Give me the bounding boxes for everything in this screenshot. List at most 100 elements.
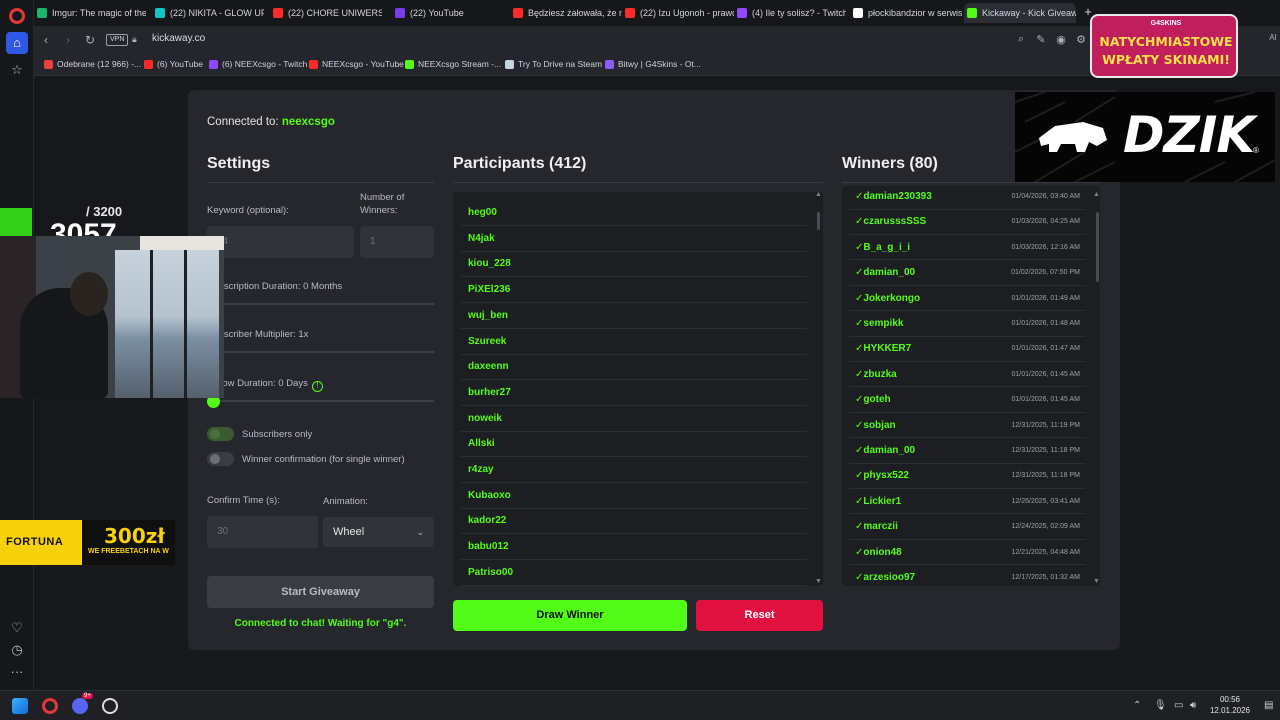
sub-multiplier-slider[interactable] [207,351,434,353]
keyword-input[interactable]: g4 [207,226,354,258]
tab-twitch[interactable]: (4) Ile ty solisz? - Twitch [734,3,846,23]
camera-icon[interactable]: ◉ [1054,33,1068,46]
participants-scrollbar[interactable] [817,212,820,230]
bookmark-g4skins[interactable]: Bitwy | G4Skins - Ot... [605,59,701,69]
winner-date: 12/31/2025, 11:18 PM [1011,447,1080,454]
lock-icon[interactable]: 🔒︎ [132,34,137,45]
bookmark-kick[interactable]: NEEXcsgo Stream -... [405,59,501,69]
participant-row: daxeenn [461,354,807,381]
tab-imgur[interactable]: Imgur: The magic of the In [34,3,146,23]
microphone-icon[interactable]: 🎙︎ [1154,700,1167,711]
steam-icon[interactable] [102,698,118,714]
winners-count-input[interactable]: 1 [360,226,434,258]
winner-row: ✓goteh 01/01/2026, 01:45 AM [849,387,1086,413]
opera-logo-icon[interactable] [9,8,25,24]
winner-name: ✓Jokerkongo [855,292,921,304]
confirm-time-input[interactable]: 30 [207,516,318,548]
participant-row: kiou_228 [461,251,807,278]
bookmark-steam[interactable]: Try To Drive na Steam [505,59,602,69]
heart-icon[interactable]: ♡ [9,620,25,636]
follow-duration-slider[interactable] [207,400,434,402]
tab-kickaway[interactable]: Kickaway - Kick Giveaway [964,3,1076,23]
tab-youtube[interactable]: (22) YouTube [392,3,504,23]
x-icon [853,8,863,18]
tray-chevron-icon[interactable]: ⌃ [1133,700,1141,711]
info-icon[interactable]: ! [311,381,323,392]
subscribers-only-toggle[interactable] [207,427,234,441]
scroll-up-icon[interactable]: ▲ [1093,191,1100,198]
bookmark-twitch[interactable]: (6) NEEXcsgo - Twitch [209,59,307,69]
draw-winner-button[interactable]: Draw Winner [453,600,687,631]
participants-list[interactable]: heg00 N4jak kiou_228 PiXEl236 wuj_ben Szureek… [453,192,823,586]
winner-name: ✓arzesioo97 [855,572,916,583]
history-icon[interactable]: ◷ [9,642,25,658]
windows-start-icon[interactable] [12,698,28,714]
fortuna-ad: FORTUNA 300zł WE FREEBETACH NA W [0,520,175,565]
winner-row: ✓Lickier1 12/26/2025, 03:41 AM [849,489,1086,515]
url-field[interactable]: kickaway.co [152,33,205,44]
opera-icon[interactable] [42,698,58,714]
winner-confirmation-label: Winner confirmation (for single winner) [242,454,405,465]
bookmark-gmail[interactable]: Odebrane (12 966) -... [44,59,141,69]
winner-row: ✓marczii 12/24/2025, 02:09 AM [849,514,1086,540]
winner-row: ✓sempikk 01/01/2026, 01:48 AM [849,311,1086,337]
youtube-icon [273,8,283,18]
divider [842,182,1100,183]
participant-row: PiXEl236 [461,277,807,304]
home-icon[interactable]: ⌂ [6,32,28,54]
channel-name: neexcsgo [281,116,335,128]
forward-icon[interactable]: › [60,32,76,48]
participant-row: Szureek [461,329,807,355]
winners-scrollbar[interactable] [1096,212,1099,282]
settings-icon[interactable]: ⚙ [1074,33,1088,46]
participant-row: kador22 [461,508,807,535]
ai-button[interactable]: AI [1266,33,1280,42]
vpn-badge[interactable]: VPN [106,34,129,46]
winner-name: ✓onion48 [855,546,902,558]
scroll-down-icon[interactable]: ▼ [1093,578,1100,585]
reload-icon[interactable]: ↻ [82,32,98,48]
winner-date: 01/03/2026, 04:25 AM [1011,218,1081,226]
more-icon[interactable]: ··· [9,664,25,680]
volume-icon[interactable]: 🔊︎ [1190,700,1196,711]
edit-icon[interactable]: ✎ [1034,33,1048,46]
scroll-up-icon[interactable]: ▲ [815,191,822,198]
tab-youtube-izu[interactable]: (22) Izu Ugonoh - prawdz [622,3,734,23]
winner-row: ✓damian230393 01/04/2026, 03:40 AM [849,186,1086,210]
notifications-icon[interactable]: ▤ [1264,700,1273,711]
winner-confirmation-toggle[interactable] [207,452,234,466]
reset-button[interactable]: Reset [696,600,823,631]
winner-row: ✓onion48 12/21/2025, 04:48 AM [849,540,1086,566]
back-icon[interactable]: ‹ [38,32,54,48]
search-icon[interactable]: ⌕ [1014,33,1028,46]
follow-duration-label: Follow Duration: 0 Days! [207,378,323,392]
start-giveaway-button[interactable]: Start Giveaway [207,576,434,608]
tab-x[interactable]: płockibandzior w serwisie [850,3,962,23]
winner-row: ✓HYKKER7 01/01/2026, 01:47 AM [849,336,1086,362]
scroll-down-icon[interactable]: ▼ [815,578,822,585]
bookmark-youtube-neex[interactable]: NEEXcsgo - YouTube [309,59,404,69]
keyword-label: Keyword (optional): [207,205,289,216]
winner-row: ✓B_a_g_i_i 01/03/2026, 12:16 AM [849,235,1086,261]
winner-row: ✓Jokerkongo 01/01/2026, 01:49 AM [849,286,1086,312]
tab-youtube-chore[interactable]: (22) CHORE UNIWERSUM [270,3,382,23]
twitch-icon [209,60,218,69]
youtube-icon [513,8,523,18]
animation-select[interactable]: Wheel ⌄ [323,517,434,547]
network-icon[interactable]: ▭ [1174,700,1183,711]
participant-row: Allski [461,431,807,458]
participant-row: heg00 [461,200,807,226]
winner-row: ✓zbuzka 01/01/2026, 01:45 AM [849,362,1086,388]
participant-row: babu012 [461,534,807,561]
connection-status: Connected to: neexcsgo [207,116,335,128]
tab-youtube-nikita[interactable]: (22) NIKITA - GLOW UP (C [152,3,264,23]
system-clock[interactable]: 00:56 12.01.2026 [1205,694,1255,716]
discord-icon[interactable] [72,698,88,714]
sub-duration-slider[interactable] [207,303,434,305]
winners-list[interactable]: ✓damian230393 01/04/2026, 03:40 AM ✓czarus… [842,186,1100,586]
winner-name: ✓damian_00 [855,267,916,279]
bookmark-youtube[interactable]: (6) YouTube [144,59,203,69]
tab-youtube-bedziesz[interactable]: Będziesz żałowała, że nie [510,3,622,23]
star-icon[interactable]: ☆ [9,62,25,78]
notification-badge: 9+ [82,693,93,699]
